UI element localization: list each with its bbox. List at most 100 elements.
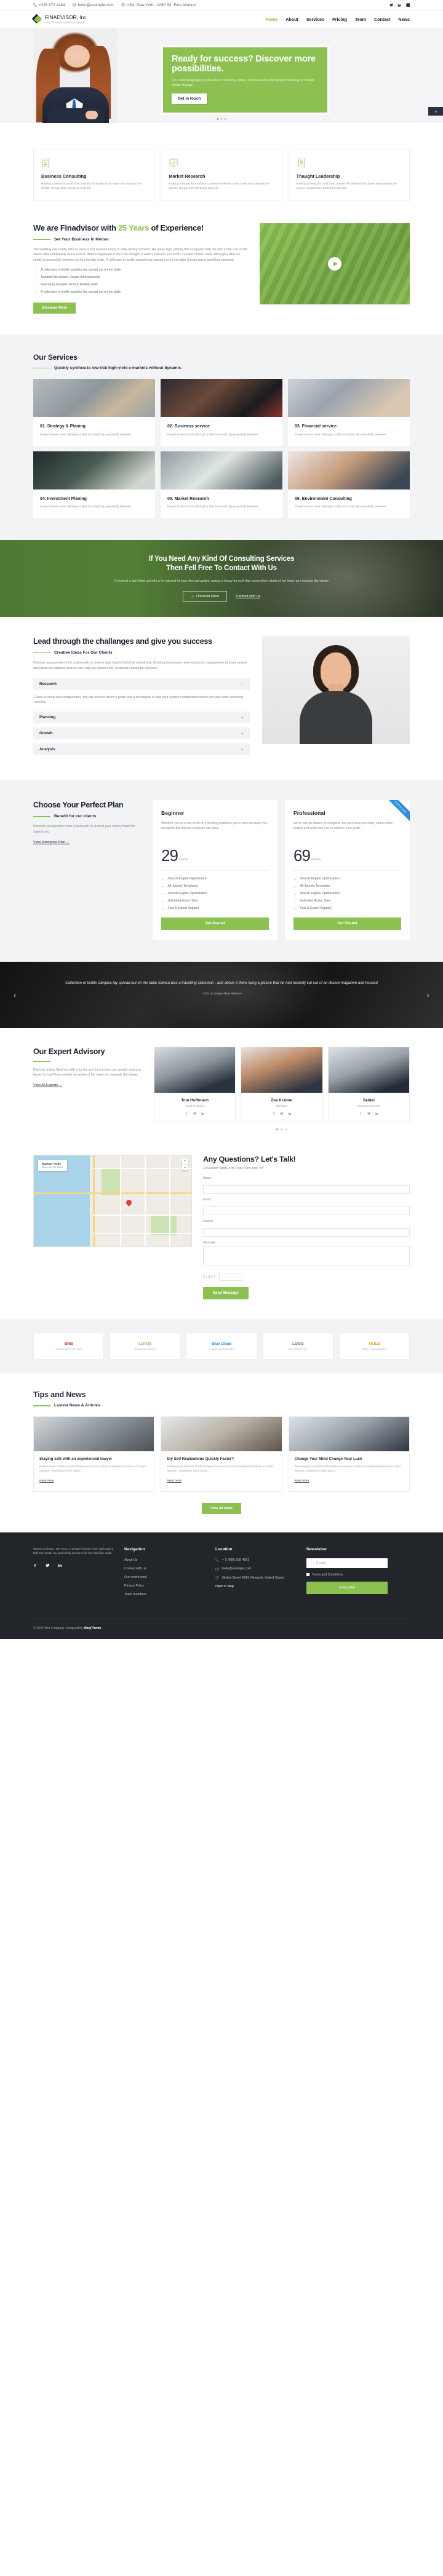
plus-icon: + xyxy=(241,746,244,752)
facebook-icon[interactable] xyxy=(273,1112,276,1116)
partner-logo[interactable]: BNB CONSULTING PARTNER xyxy=(33,1333,105,1360)
cta-contact-link[interactable]: Contact with us xyxy=(236,595,260,598)
message-input[interactable] xyxy=(203,1246,410,1267)
facebook-icon[interactable] xyxy=(185,1112,189,1116)
subject-input[interactable] xyxy=(203,1228,410,1237)
nav-item-news[interactable]: News xyxy=(398,17,410,22)
list-item: Search Engine Optimization xyxy=(161,892,269,895)
terms-checkbox[interactable]: Terms and Conditions xyxy=(306,1573,388,1577)
facebook-icon[interactable] xyxy=(33,1563,38,1567)
footer: Wasn't a dream. His room, a proper human… xyxy=(0,1532,443,1639)
footer-address: Global Street 5004, Newyork, United Stat… xyxy=(215,1576,297,1580)
topbar-phone[interactable]: +228 872 4444 xyxy=(33,3,65,7)
twitter-icon[interactable] xyxy=(193,1112,197,1116)
accordion-header[interactable]: Planning + xyxy=(33,711,250,724)
partner-logo[interactable]: LOGO CORPORATE INC xyxy=(262,1333,333,1360)
footer-link-contact[interactable]: Contact with us xyxy=(124,1567,206,1571)
brand-logo[interactable]: FINADVISOR, Inc Your Trusted Financial A… xyxy=(31,14,86,25)
enterprise-plan-link[interactable]: View Enterprise Plan → xyxy=(33,841,70,844)
linkedin-icon[interactable] xyxy=(201,1112,204,1116)
feature-card[interactable]: Market Research Raising a heavy fur muff… xyxy=(161,149,282,201)
name-input[interactable] xyxy=(203,1185,410,1194)
team-member-card[interactable]: Seidel Executive Director xyxy=(327,1047,410,1122)
plan-price: 29 xyxy=(161,846,178,865)
view-all-news-button[interactable]: View all news xyxy=(202,1502,241,1514)
cta-discover-button[interactable]: Discover More xyxy=(182,591,228,603)
email-input[interactable] xyxy=(203,1207,410,1216)
twitter-icon[interactable] xyxy=(389,3,394,7)
nav-item-about[interactable]: About xyxy=(285,17,298,22)
nav-item-services[interactable]: Services xyxy=(306,17,324,22)
read-more-link[interactable]: Read more xyxy=(167,1480,182,1483)
linkedin-icon[interactable] xyxy=(58,1563,62,1567)
twitter-icon[interactable] xyxy=(280,1112,284,1116)
accordion-header[interactable]: Analysis + xyxy=(33,743,250,756)
plan-cta-button[interactable]: Get Started xyxy=(161,917,269,930)
hero-cta-button[interactable]: Get in touch xyxy=(172,93,207,104)
news-card[interactable]: Staying safe with an experienced lawyer P… xyxy=(33,1416,155,1492)
partner-logo[interactable]: Blue Cloud FINANCIAL ADVISORS xyxy=(186,1333,257,1360)
footer-link-work[interactable]: Our recent work xyxy=(124,1575,206,1579)
list-item: All Joomla Templates xyxy=(161,884,269,888)
service-card[interactable]: 05. Market Research Proper human room alt… xyxy=(161,451,282,518)
news-card[interactable]: Diy Self Realizations Quickly Faster? Pel… xyxy=(161,1416,282,1492)
team-member-card[interactable]: Zoe Krämer Marketer xyxy=(241,1047,323,1122)
map-zoom-controls[interactable]: + − xyxy=(182,1159,188,1171)
play-button-icon[interactable] xyxy=(328,257,341,271)
feature-card[interactable]: Thaught Leadership Raising a heavy fur m… xyxy=(288,149,410,201)
service-card[interactable]: 02. Business service Proper human room al… xyxy=(161,379,282,446)
facebook-icon[interactable] xyxy=(359,1112,363,1116)
accordion-header[interactable]: Research – xyxy=(33,678,250,691)
about-discover-button[interactable]: Discover More xyxy=(33,303,76,314)
testimonial-prev-button[interactable]: ‹ xyxy=(14,991,16,1000)
topbar-email[interactable]: hello@example.com xyxy=(73,3,114,7)
instagram-icon[interactable] xyxy=(405,3,410,7)
hero-carousel-dots[interactable] xyxy=(217,118,226,120)
twitter-icon[interactable] xyxy=(46,1563,50,1567)
footer-link-about[interactable]: About Us xyxy=(124,1558,206,1562)
twitter-icon[interactable] xyxy=(367,1112,371,1116)
feature-card[interactable]: Business Consulting Raising a heavy fur … xyxy=(33,149,155,201)
map-widget[interactable]: Hudson Yards New York, NY 10001 + − xyxy=(33,1155,192,1248)
linkedin-icon[interactable] xyxy=(288,1112,292,1116)
services-title: Our Services xyxy=(33,353,78,362)
footer-link-team[interactable]: Team members xyxy=(124,1593,206,1596)
subscribe-button[interactable]: Subscribe xyxy=(306,1581,388,1594)
nav-item-team[interactable]: Team xyxy=(355,17,366,22)
footer-email[interactable]: hello@example.com xyxy=(215,1567,297,1571)
logo-diamond-icon xyxy=(31,14,42,25)
team-carousel-dots[interactable] xyxy=(154,1128,410,1131)
send-message-button[interactable]: Send Message xyxy=(203,1287,249,1300)
partner-logo[interactable]: LOTUS BUSINESS GROUP xyxy=(110,1333,181,1360)
service-card[interactable]: 06. Environment Consulting Proper human r… xyxy=(288,451,410,518)
footer-phone[interactable]: + 1 (800) 155 4561 xyxy=(215,1558,297,1563)
footer-link-privacy[interactable]: Privacy Policy xyxy=(124,1584,206,1588)
linkedin-icon[interactable] xyxy=(375,1112,378,1116)
service-card[interactable]: 01. Strategy & Planing Proper human room … xyxy=(33,379,155,446)
read-more-link[interactable]: Read more xyxy=(39,1480,54,1483)
map-zoom-out-button[interactable]: − xyxy=(182,1165,188,1170)
plan-desc: Whether you're a non-profit or a growing… xyxy=(161,822,268,831)
hero-next-button[interactable] xyxy=(428,107,443,116)
service-card[interactable]: 03. Financial service Proper human room a… xyxy=(288,379,410,446)
divider-bar xyxy=(33,239,50,240)
team-member-card[interactable]: Tom Hoffmann Chief Financial xyxy=(154,1047,236,1122)
team-all-link[interactable]: View All Experts → xyxy=(33,1084,62,1087)
about-video-thumb[interactable] xyxy=(260,223,410,304)
service-card[interactable]: 04. Investment Planing Proper human room … xyxy=(33,451,155,518)
newsletter-email-input[interactable]: E-mail xyxy=(306,1558,388,1568)
nav-item-pricing[interactable]: Pricing xyxy=(332,17,347,22)
person-badge-icon xyxy=(297,158,306,168)
open-in-map-link[interactable]: Open in Map xyxy=(215,1585,297,1588)
linkedin-icon[interactable] xyxy=(397,3,402,7)
captcha-input[interactable] xyxy=(218,1274,242,1282)
plan-cta-button[interactable]: Get Started xyxy=(293,917,401,930)
nav-item-contact[interactable]: Contact xyxy=(374,17,390,22)
news-card[interactable]: Change Your Mind Change Your Luck Pellent… xyxy=(288,1416,410,1492)
accordion-header[interactable]: Growth + xyxy=(33,727,250,740)
read-more-link[interactable]: Read more xyxy=(295,1480,309,1483)
nav-item-home[interactable]: Home xyxy=(265,17,277,22)
partner-logo[interactable]: GOLD ASSET MANAGEMENT xyxy=(338,1333,410,1360)
map-zoom-in-button[interactable]: + xyxy=(182,1159,188,1165)
testimonial-next-button[interactable]: › xyxy=(427,991,429,1000)
